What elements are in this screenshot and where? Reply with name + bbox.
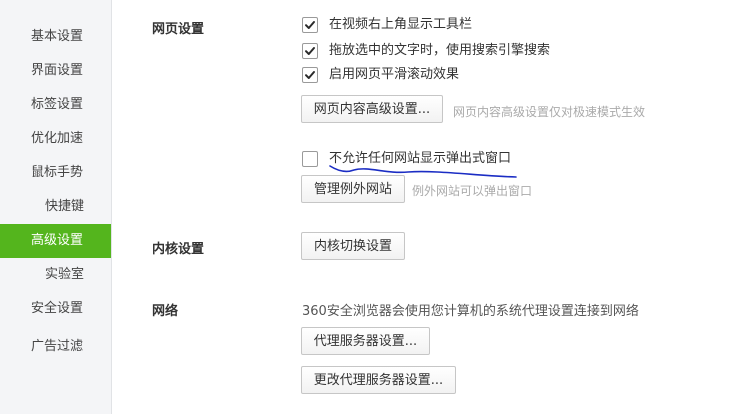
checkbox[interactable] <box>302 17 318 33</box>
sidebar-item-interface[interactable]: 界面设置 <box>0 54 111 88</box>
advanced-content-hint: 网页内容高级设置仅对极速模式生效 <box>453 105 646 119</box>
sidebar-item-label: 广告过滤 <box>31 339 84 354</box>
option-label: 在视频右上角显示工具栏 <box>329 17 473 32</box>
checkbox[interactable] <box>302 151 318 167</box>
kernel-switch-button[interactable]: 内核切换设置 <box>301 232 405 260</box>
checkbox[interactable] <box>302 43 318 59</box>
change-proxy-settings-button[interactable]: 更改代理服务器设置... <box>301 366 456 394</box>
sidebar-item-security[interactable]: 安全设置 <box>0 292 111 326</box>
sidebar-item-label: 基本设置 <box>31 29 84 44</box>
sidebar-item-ad-filter[interactable]: 广告过滤 <box>0 330 111 364</box>
sidebar-item-mouse-gestures[interactable]: 鼠标手势 <box>0 156 111 190</box>
advanced-content-settings-button[interactable]: 网页内容高级设置... <box>301 95 443 123</box>
sidebar-item-label: 鼠标手势 <box>31 165 84 180</box>
sidebar-item-label: 高级设置 <box>31 233 84 248</box>
network-description: 360安全浏览器会使用您计算机的系统代理设置连接到网络 <box>302 304 639 319</box>
section-title-kernel: 内核设置 <box>152 242 205 257</box>
sidebar-item-basic[interactable]: 基本设置 <box>0 20 111 54</box>
option-label: 拖放选中的文字时，使用搜索引擎搜索 <box>329 43 551 58</box>
sidebar-item-optimize[interactable]: 优化加速 <box>0 122 111 156</box>
section-title-webpage: 网页设置 <box>152 22 205 37</box>
checkmark-icon <box>305 71 315 79</box>
exceptions-hint: 例外网站可以弹出窗口 <box>412 184 533 198</box>
sidebar-item-tabs[interactable]: 标签设置 <box>0 88 111 122</box>
section-title-network: 网络 <box>152 304 179 319</box>
sidebar-item-label: 优化加速 <box>31 131 84 146</box>
settings-sidebar: 基本设置 界面设置 标签设置 优化加速 鼠标手势 快捷键 高级设置 实验室 安全… <box>0 0 112 414</box>
checkbox[interactable] <box>302 67 318 83</box>
sidebar-item-advanced[interactable]: 高级设置 <box>0 224 111 258</box>
sidebar-item-shortcuts[interactable]: 快捷键 <box>0 190 111 224</box>
option-label: 启用网页平滑滚动效果 <box>329 67 460 82</box>
checkmark-icon <box>305 47 315 55</box>
sidebar-item-label: 界面设置 <box>31 63 84 78</box>
manage-exceptions-button[interactable]: 管理例外网站 <box>301 175 405 203</box>
sidebar-item-label: 实验室 <box>45 267 85 282</box>
sidebar-item-label: 标签设置 <box>31 97 84 112</box>
sidebar-item-label: 快捷键 <box>45 199 85 214</box>
proxy-settings-button[interactable]: 代理服务器设置... <box>301 327 430 355</box>
sidebar-item-lab[interactable]: 实验室 <box>0 258 111 292</box>
checkmark-icon <box>305 21 315 29</box>
sidebar-item-label: 安全设置 <box>31 301 84 316</box>
